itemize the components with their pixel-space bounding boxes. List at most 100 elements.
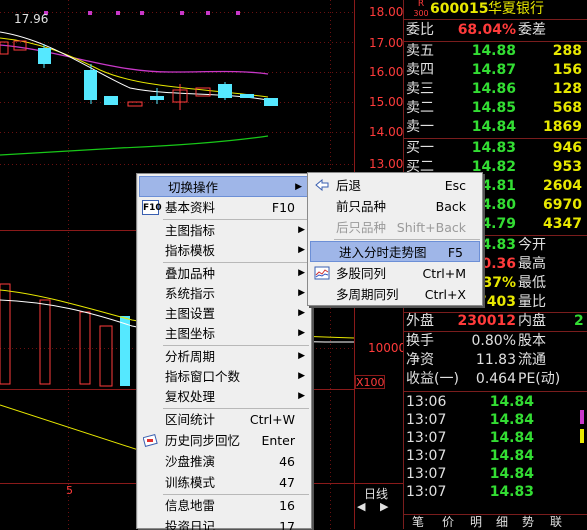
buy-volume: 4347: [543, 216, 582, 232]
menu-item-shortcut: 16: [279, 498, 295, 513]
f10-icon: F10: [142, 200, 162, 215]
shouyi-row: 收益(一) 0.464 PE(动): [404, 370, 587, 389]
menu-item-label: 历史同步回忆: [165, 433, 241, 448]
sell-label: 卖五: [406, 43, 434, 59]
sell-5-row[interactable]: 卖五 14.88 288: [404, 42, 587, 61]
tab-jia[interactable]: 价: [442, 515, 454, 530]
menu-item-history-sync[interactable]: 历史同步回忆 Enter: [137, 430, 311, 451]
sell-label: 卖一: [406, 119, 434, 135]
menu-item-label: 信息地雷: [165, 498, 216, 513]
volume-axis-label: 10000: [368, 341, 407, 355]
chevron-right-icon: ▶: [298, 391, 305, 401]
submenu-item-intraday[interactable]: 进入分时走势图 F5: [310, 241, 480, 262]
chevron-right-icon: ▶: [298, 308, 305, 318]
pe-label: PE(动): [518, 371, 561, 387]
sell-volume: 128: [552, 81, 582, 97]
menu-item-label: 后退: [336, 178, 362, 193]
menu-item-system-signal[interactable]: 系统指示 ▶: [137, 283, 311, 304]
menu-item-range-stats[interactable]: 区间统计 Ctrl+W: [137, 409, 311, 430]
menu-item-training[interactable]: 训练模式 47: [137, 472, 311, 493]
submenu-item-multi-stock[interactable]: 多股同列 Ctrl+M: [308, 263, 482, 284]
info-markers: [44, 11, 240, 15]
chevron-right-icon: ▶: [298, 351, 305, 361]
volume-multiplier: X100: [355, 375, 385, 389]
menu-item-window-count[interactable]: 指标窗口个数 ▶: [137, 366, 311, 387]
submenu-item-back[interactable]: 后退 Esc: [308, 175, 482, 196]
jingzi-row: 净资 11.83 流通: [404, 351, 587, 370]
buy-volume: 6970: [543, 197, 582, 213]
buy-volume: 2604: [543, 178, 582, 194]
menu-item-info-mine[interactable]: 信息地雷 16: [137, 495, 311, 516]
tab-ming[interactable]: 明: [470, 515, 482, 530]
back-arrow-icon: [313, 178, 330, 193]
tick-price: 14.84: [489, 448, 534, 464]
submenu-item-next-stock[interactable]: 后只品种 Shift+Back: [308, 217, 482, 238]
badge-letter: R: [417, 0, 425, 9]
tab-bi[interactable]: 笔: [412, 515, 424, 530]
scroll-left-button[interactable]: ◀: [357, 500, 365, 513]
chevron-right-icon: ▶: [298, 371, 305, 381]
weibi-value: 68.04%: [457, 22, 516, 38]
buy-1-row[interactable]: 买一 14.83 946: [404, 139, 587, 158]
jingzi-label: 净资: [406, 352, 434, 368]
menu-item-label: 后只品种: [336, 220, 387, 235]
sell-4-row[interactable]: 卖四 14.87 156: [404, 61, 587, 80]
menu-item-indicator-template[interactable]: 指标模板 ▶: [137, 240, 311, 261]
tick-price: 14.84: [489, 394, 534, 410]
bottom-tabs: 笔 价 明 细 势 联: [404, 514, 587, 529]
tick-price: 14.83: [489, 484, 534, 500]
tick-time: 13:07: [406, 484, 447, 500]
buy-label: 买一: [406, 140, 434, 156]
menu-item-label: 主图坐标: [165, 326, 216, 341]
huanshou-label: 换手: [406, 333, 434, 349]
weibi-row: 委比 68.04% 委差: [404, 21, 587, 40]
chevron-right-icon: ▶: [298, 328, 305, 338]
menu-item-period[interactable]: 分析周期 ▶: [137, 346, 311, 367]
menu-item-main-indicator[interactable]: 主图指标 ▶: [137, 220, 311, 241]
sell-1-row[interactable]: 卖一 14.84 1869: [404, 118, 587, 137]
price-axis-label: 18.00: [369, 5, 404, 19]
stat-label: 最高: [518, 256, 546, 272]
tab-xi[interactable]: 细: [496, 515, 508, 530]
sell-label: 卖二: [406, 100, 434, 116]
menu-item-label: 区间统计: [165, 412, 216, 427]
waipan-row: 外盘 230012 内盘 2: [404, 312, 587, 331]
menu-item-sandbox[interactable]: 沙盘推演 46: [137, 451, 311, 472]
guben-label: 股本: [518, 333, 546, 349]
tick-time: 13:07: [406, 466, 447, 482]
ma-line-green: [0, 135, 269, 156]
menu-item-switch-op[interactable]: 切换操作 ▶: [139, 176, 309, 197]
sell-price: 14.86: [471, 81, 516, 97]
sell-2-row[interactable]: 卖二 14.85 568: [404, 99, 587, 118]
candlesticks: [0, 40, 278, 110]
tab-lian[interactable]: 联: [550, 515, 562, 530]
menu-item-shortcut: F5: [447, 245, 463, 260]
menu-separator: [334, 239, 480, 240]
menu-item-shortcut: 46: [279, 454, 295, 469]
tick-row: 13:07 14.84: [404, 411, 587, 429]
scroll-right-button[interactable]: ▶: [380, 500, 388, 513]
menu-item-label: 主图设置: [165, 306, 216, 321]
menu-item-label: 分析周期: [165, 349, 216, 364]
menu-item-shortcut: F10: [271, 200, 295, 215]
menu-item-chart-settings[interactable]: 主图设置 ▶: [137, 303, 311, 324]
menu-item-label: 沙盘推演: [165, 454, 216, 469]
menu-item-shortcut: Esc: [444, 178, 466, 193]
menu-item-chart-axis[interactable]: 主图坐标 ▶: [137, 323, 311, 344]
sell-price: 14.87: [471, 62, 516, 78]
period-marker: 5: [66, 484, 73, 497]
weibi-label: 委比: [406, 22, 434, 38]
menu-item-basic-info[interactable]: F10 基本资料 F10: [137, 197, 311, 218]
menu-gutter: [137, 174, 138, 528]
submenu-item-prev-stock[interactable]: 前只品种 Back: [308, 196, 482, 217]
submenu-item-multi-period[interactable]: 多周期同列 Ctrl+X: [308, 284, 482, 305]
tab-shi[interactable]: 势: [522, 515, 534, 530]
menu-item-label: 指标模板: [165, 243, 216, 258]
menu-item-rights-adjust[interactable]: 复权处理 ▶: [137, 386, 311, 407]
sell-price: 14.88: [471, 43, 516, 59]
card-icon: [142, 433, 159, 448]
menu-item-diary[interactable]: 投资日记 17: [137, 516, 311, 530]
sell-3-row[interactable]: 卖三 14.86 128: [404, 80, 587, 99]
menu-item-overlay[interactable]: 叠加品种 ▶: [137, 263, 311, 284]
menu-item-label: 指标窗口个数: [165, 369, 241, 384]
